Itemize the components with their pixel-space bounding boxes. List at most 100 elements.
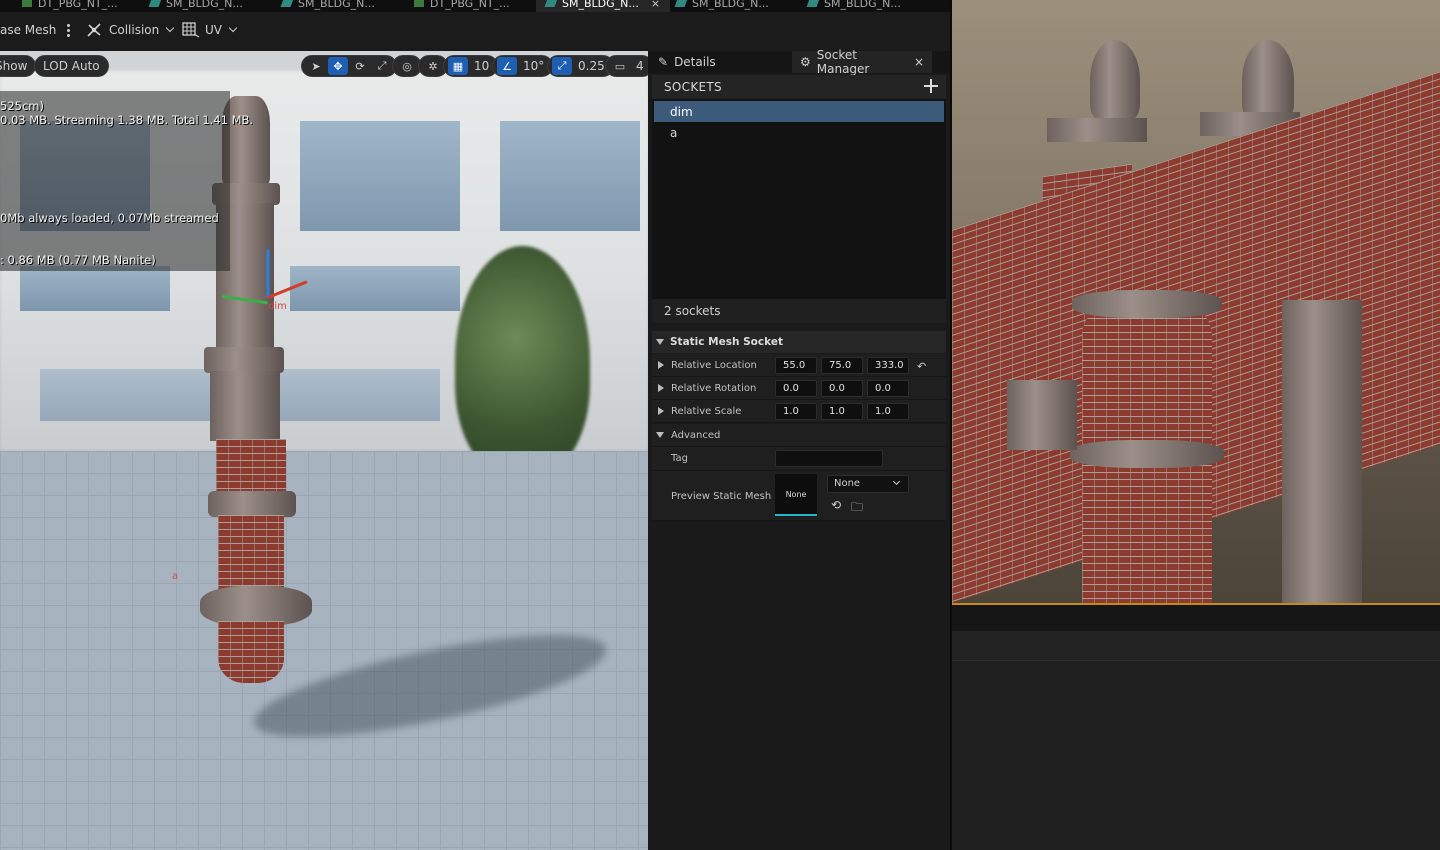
- grid-snap-button[interactable]: ▦ 10: [443, 55, 499, 77]
- scale-tool-icon[interactable]: ⤢: [372, 57, 392, 75]
- stone-finial: [1242, 40, 1294, 120]
- asset-tab-strip: DT_PBG_NT_... SM_BLDG_N... SM_BLDG_N... …: [0, 0, 950, 12]
- list-item[interactable]: dim: [654, 101, 944, 122]
- expand-arrow-icon: [656, 432, 664, 438]
- stat-line: 0.03 MB. Streaming 1.38 MB. Total 1.41 M…: [0, 113, 254, 127]
- preview-viewport[interactable]: [952, 0, 1440, 603]
- surface-snap-icon[interactable]: ✲: [423, 57, 443, 75]
- lattice-window: [1007, 380, 1077, 450]
- static-mesh-icon: [806, 0, 820, 7]
- background-tree: [455, 246, 590, 476]
- chevron-down-icon: [228, 23, 238, 33]
- translate-tool-icon[interactable]: ✥: [328, 57, 348, 75]
- column-brick-section: [218, 621, 284, 683]
- gizmo-z-axis[interactable]: [266, 249, 270, 298]
- column-brick-section: [218, 515, 284, 595]
- building-window: [500, 121, 640, 231]
- scale-z-field[interactable]: 1.0: [867, 403, 909, 420]
- close-icon[interactable]: ×: [914, 55, 924, 69]
- transform-tools: ➤ ✥ ⟳ ⤢: [301, 55, 397, 77]
- rotation-z-field[interactable]: 0.0: [867, 380, 909, 397]
- tower-band: [1070, 440, 1224, 468]
- base-mesh-button[interactable]: ase Mesh: [0, 12, 71, 48]
- building-window: [20, 266, 170, 311]
- list-item[interactable]: a: [654, 122, 944, 143]
- location-y-field[interactable]: 75.0: [821, 357, 863, 374]
- select-tool-icon[interactable]: ➤: [306, 57, 326, 75]
- collision-dropdown[interactable]: Collision: [86, 12, 175, 48]
- scale-y-field[interactable]: 1.0: [821, 403, 863, 420]
- tag-input[interactable]: [775, 450, 883, 467]
- column-ring: [208, 491, 296, 517]
- scale-x-field[interactable]: 1.0: [775, 403, 817, 420]
- use-selected-icon[interactable]: ⟲: [831, 498, 841, 512]
- preview-mesh-dropdown[interactable]: None: [827, 475, 909, 493]
- asset-tab[interactable]: SM_BLDG_N...: [280, 0, 375, 12]
- stone-finial: [1090, 40, 1140, 120]
- asset-tab[interactable]: SM_BLDG_N...: [674, 0, 769, 12]
- location-x-field[interactable]: 55.0: [775, 357, 817, 374]
- grid-snap-icon: ▦: [448, 57, 468, 75]
- close-icon[interactable]: ×: [651, 0, 660, 10]
- rotation-x-field[interactable]: 0.0: [775, 380, 817, 397]
- angle-snap-icon: ∠: [497, 57, 517, 75]
- column-brick-section: [216, 439, 286, 499]
- more-options-icon[interactable]: [67, 23, 71, 37]
- column-band: [204, 347, 284, 373]
- static-mesh-socket-section[interactable]: Static Mesh Socket: [652, 331, 946, 353]
- world-space-icon[interactable]: ◎: [397, 57, 417, 75]
- static-mesh-icon: [148, 0, 162, 7]
- collapse-arrow-icon[interactable]: [658, 361, 664, 369]
- static-mesh-icon: [674, 0, 688, 7]
- socket-count: 2 sockets: [652, 299, 946, 323]
- details-tabs: ✎ Details ⚙ Socket Manager ×: [648, 48, 950, 76]
- datatable-icon: [414, 0, 424, 7]
- rotation-snap-button[interactable]: ∠ 10°: [492, 55, 554, 77]
- asset-tab[interactable]: SM_BLDG_N...: [148, 0, 243, 12]
- show-button[interactable]: Show: [0, 55, 37, 77]
- stat-line: : 0.86 MB (0.77 MB Nanite): [0, 253, 156, 267]
- relative-scale-row: Relative Scale 1.0 1.0 1.0: [652, 400, 946, 423]
- column-base: [200, 586, 312, 626]
- asset-tab[interactable]: SM_BLDG_N...: [806, 0, 901, 12]
- socket-list: dim a: [652, 99, 946, 299]
- preview-bottom-panel: [952, 661, 1440, 850]
- reset-arrow-icon[interactable]: ↶: [917, 360, 926, 373]
- mesh-viewport[interactable]: dim a 525cm) 0.03 MB. Streaming 1.38 MB.…: [0, 51, 648, 850]
- camera-icon: ▭: [614, 59, 626, 73]
- static-mesh-icon: [544, 0, 558, 7]
- preview-static-mesh-row: Preview Static Mesh None None ⟲ 🗀: [652, 471, 946, 521]
- relative-location-row: Relative Location 55.0 75.0 333.0 ↶: [652, 354, 946, 377]
- asset-tab-active[interactable]: SM_BLDG_N... ×: [536, 0, 671, 12]
- camera-speed-button[interactable]: ▭ 4: [605, 55, 648, 77]
- advanced-section[interactable]: Advanced: [652, 424, 946, 447]
- preview-toolbar: [952, 605, 1440, 631]
- preview-subbar: [952, 631, 1440, 661]
- tab-details[interactable]: ✎ Details: [650, 51, 724, 73]
- asset-tab[interactable]: DT_PBG_NT_...: [22, 0, 118, 12]
- tab-socket-manager[interactable]: ⚙ Socket Manager ×: [792, 48, 932, 76]
- collision-icon: [87, 23, 101, 37]
- scale-snap-button[interactable]: ⤢ 0.25: [547, 55, 614, 77]
- static-mesh-icon: [280, 0, 294, 7]
- building-window: [290, 266, 460, 311]
- socket-label-dim: dim: [268, 301, 287, 312]
- lod-button[interactable]: LOD Auto: [34, 55, 109, 77]
- collapse-arrow-icon[interactable]: [658, 407, 664, 415]
- location-z-field[interactable]: 333.0: [867, 357, 909, 374]
- uv-grid-icon: [182, 22, 200, 38]
- socket-icon: ⚙: [800, 55, 811, 69]
- uv-dropdown[interactable]: UV: [182, 12, 238, 48]
- datatable-icon: [22, 0, 32, 7]
- relative-rotation-row: Relative Rotation 0.0 0.0 0.0: [652, 377, 946, 400]
- add-socket-icon[interactable]: [924, 79, 938, 93]
- collapse-arrow-icon[interactable]: [658, 384, 664, 392]
- chevron-down-icon: [892, 477, 901, 486]
- mesh-thumbnail[interactable]: None: [775, 474, 817, 516]
- rotation-y-field[interactable]: 0.0: [821, 380, 863, 397]
- rotate-tool-icon[interactable]: ⟳: [350, 57, 370, 75]
- building-window: [300, 121, 460, 231]
- browse-folder-icon[interactable]: 🗀: [851, 498, 863, 519]
- asset-tab[interactable]: DT_PBG_NT_...: [414, 0, 510, 12]
- scale-snap-icon: ⤢: [552, 57, 572, 75]
